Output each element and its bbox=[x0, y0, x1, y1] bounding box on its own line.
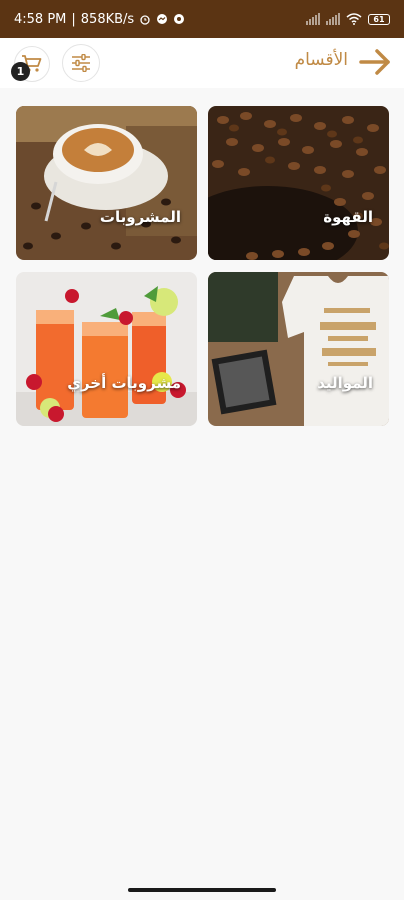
alarm-icon bbox=[139, 13, 151, 25]
category-card-other-drinks[interactable]: مشروبات أخري bbox=[16, 272, 197, 426]
category-label-other-drinks: مشروبات أخري bbox=[67, 374, 181, 392]
cocktail-glasses-image bbox=[16, 272, 197, 426]
home-indicator[interactable] bbox=[128, 888, 276, 892]
latte-cup-image bbox=[16, 106, 197, 260]
wifi-icon bbox=[346, 13, 362, 25]
category-label-coffee: القهوة bbox=[323, 208, 373, 226]
status-right: 61 bbox=[306, 13, 390, 25]
arrow-right-icon bbox=[359, 49, 390, 75]
battery-level: 61 bbox=[373, 14, 385, 24]
status-bar: 4:58 PM | 858KB/s 61 bbox=[0, 0, 404, 38]
cart-count-badge: 1 bbox=[11, 62, 30, 81]
status-time: 4:58 PM bbox=[14, 11, 67, 27]
network-speed: 858KB/s bbox=[80, 11, 135, 27]
coffee-beans-image bbox=[208, 106, 389, 260]
baby-onesie-image bbox=[208, 272, 389, 426]
category-card-drinks[interactable]: المشروبات bbox=[16, 106, 197, 260]
page-title: الأقسام bbox=[294, 50, 348, 70]
category-card-coffee[interactable]: القهوة bbox=[208, 106, 389, 260]
sliders-icon bbox=[72, 54, 90, 72]
category-card-babies[interactable]: المواليد bbox=[208, 272, 389, 426]
status-left: 4:58 PM | 858KB/s bbox=[14, 12, 185, 27]
category-label-drinks: المشروبات bbox=[99, 208, 181, 226]
signal-icon bbox=[306, 13, 320, 25]
signal-icon-2 bbox=[326, 13, 340, 25]
back-button[interactable] bbox=[358, 47, 392, 77]
chrome-icon bbox=[173, 13, 185, 25]
category-label-babies: المواليد bbox=[317, 374, 373, 392]
messenger-icon bbox=[156, 13, 168, 25]
filter-button[interactable] bbox=[62, 44, 100, 82]
battery-icon: 61 bbox=[368, 13, 390, 25]
